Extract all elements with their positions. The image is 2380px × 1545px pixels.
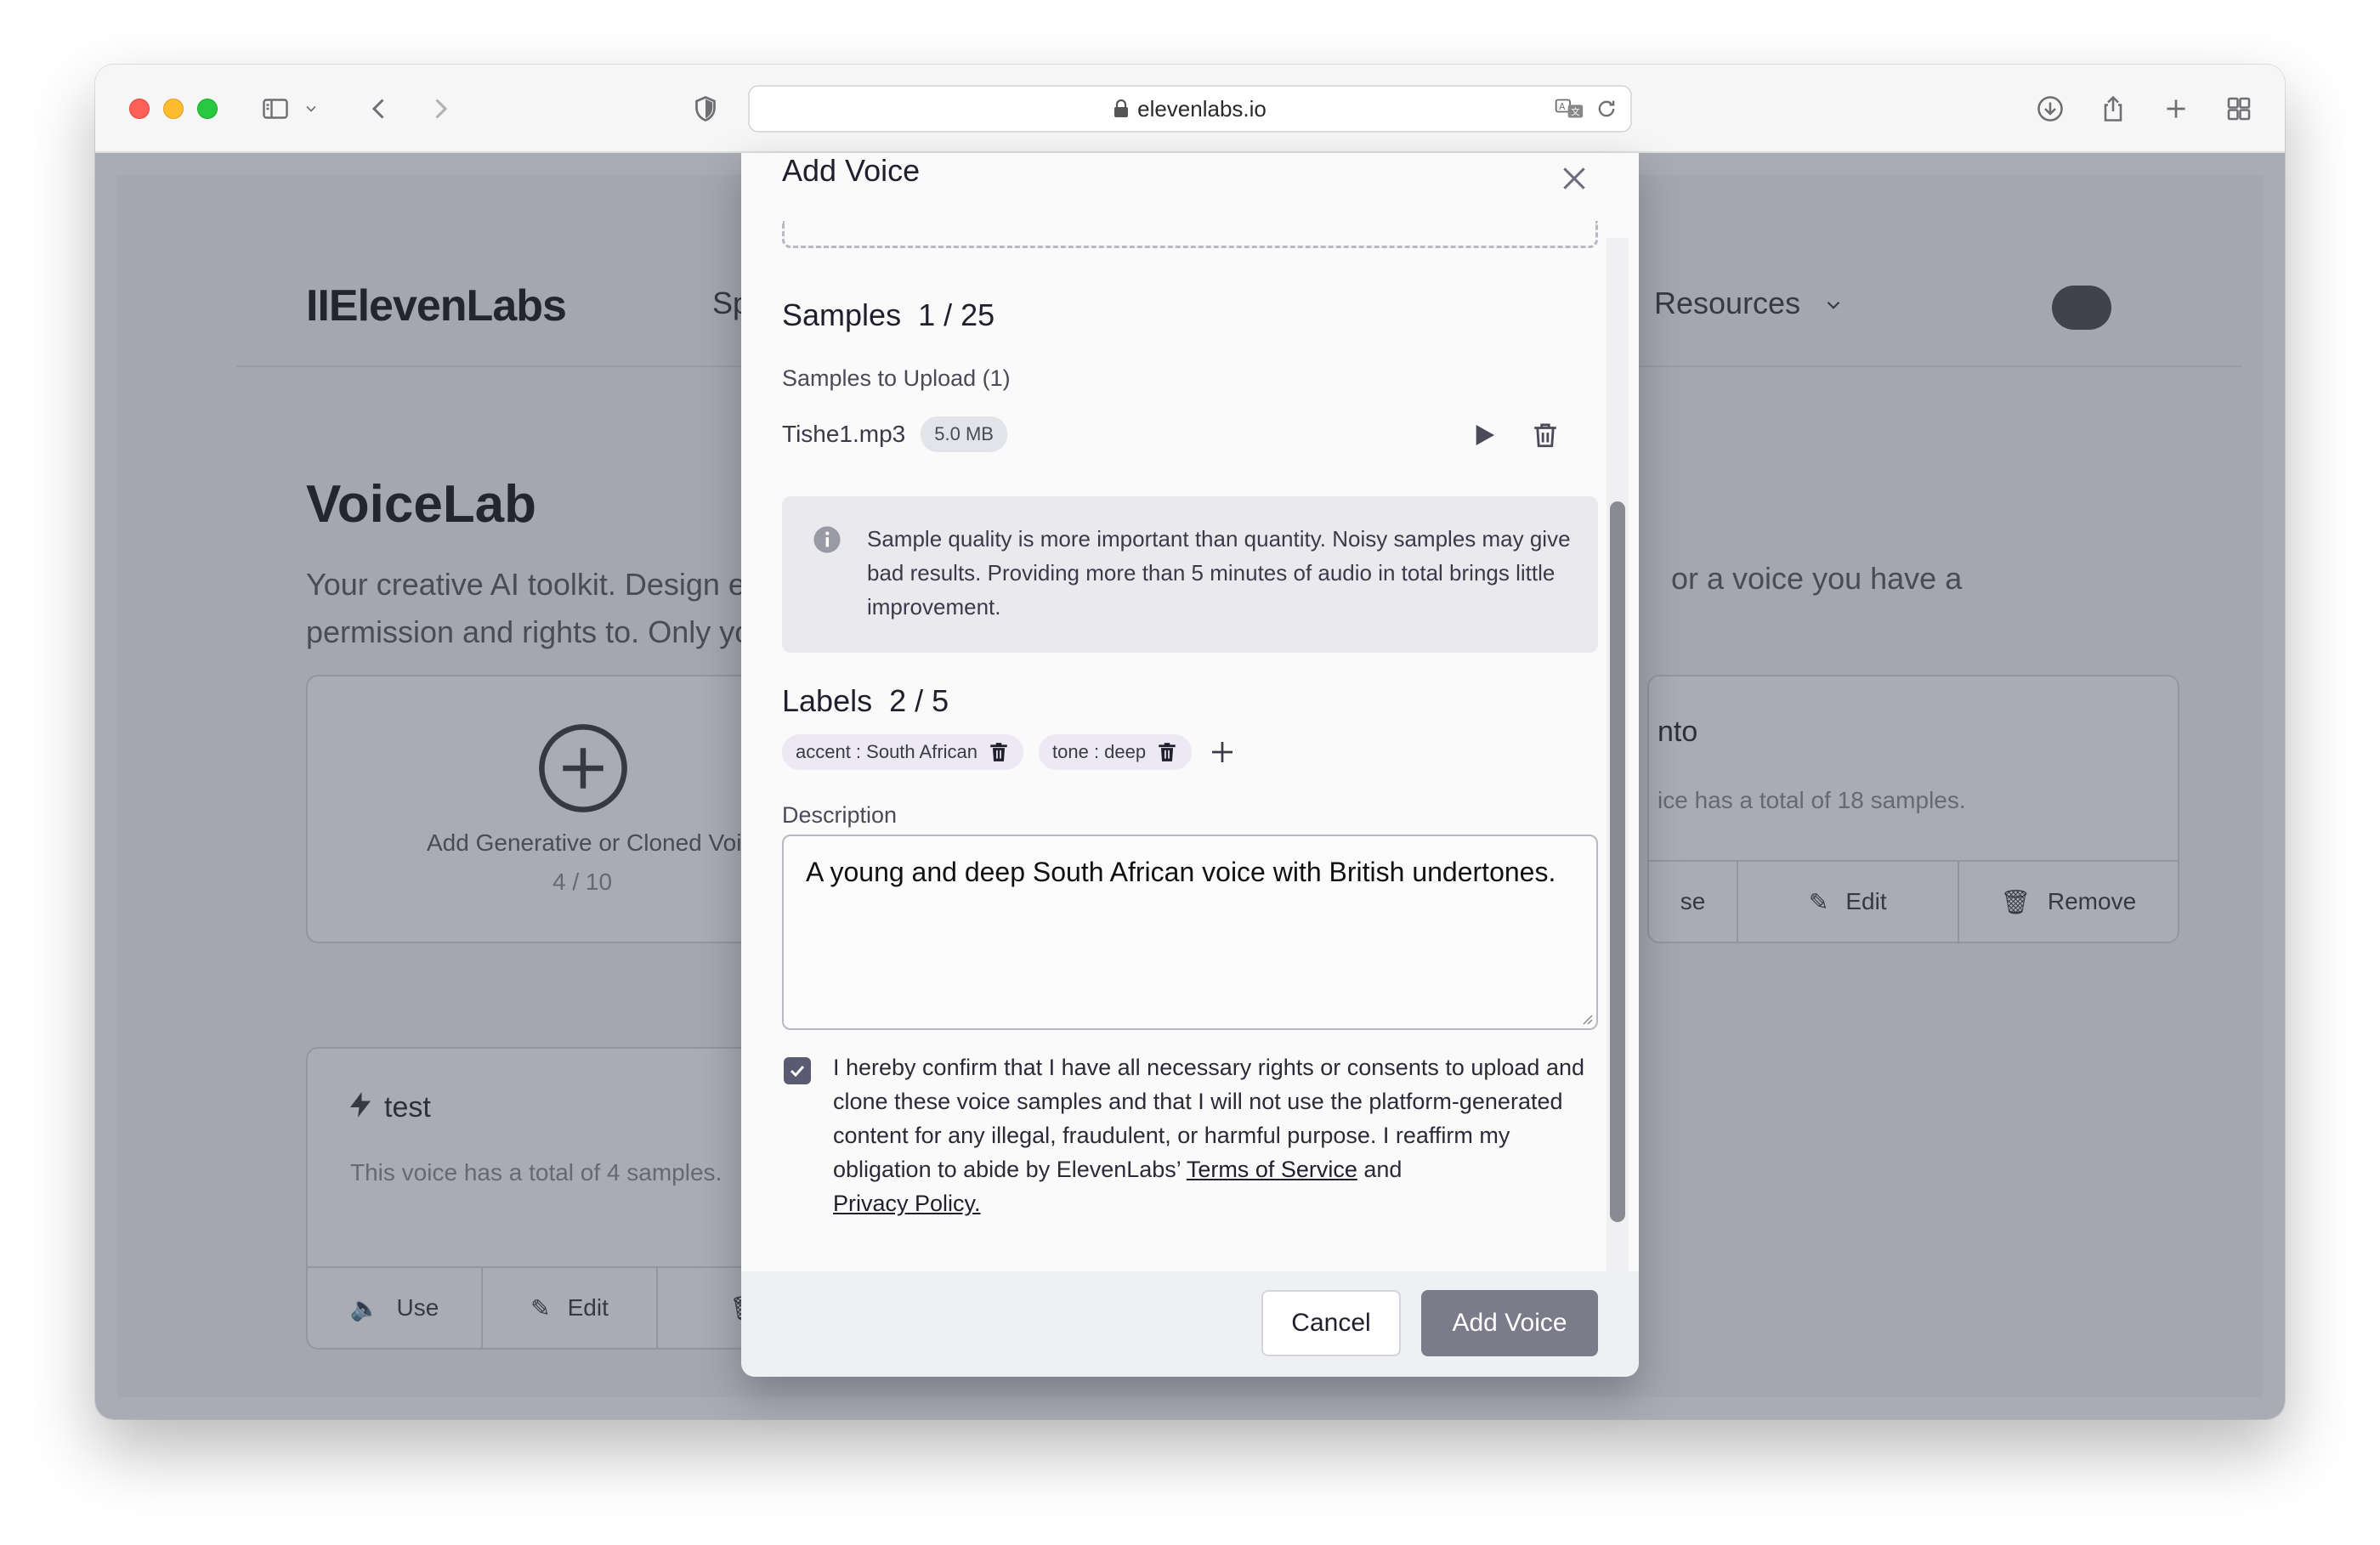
back-icon[interactable]	[360, 90, 398, 127]
translate-icon[interactable]: A文	[1554, 97, 1586, 121]
labels-count: 2 / 5	[889, 683, 949, 718]
privacy-policy-link[interactable]: Privacy Policy.	[833, 1191, 981, 1216]
samples-count: 1 / 25	[918, 297, 995, 332]
tab-overview-icon[interactable]	[2220, 90, 2258, 127]
samples-heading: Samples 1 / 25	[782, 297, 994, 333]
label-chip-text: tone : deep	[1052, 741, 1147, 762]
labels-heading: Labels 2 / 5	[782, 683, 949, 719]
downloads-icon[interactable]	[2032, 90, 2069, 127]
description-label: Description	[782, 802, 898, 828]
labels-list: accent : South African tone : deep	[782, 733, 1238, 772]
trash-icon[interactable]	[1156, 741, 1178, 763]
trash-icon[interactable]	[1527, 416, 1564, 454]
sidebar-toggle-icon[interactable]	[257, 90, 294, 127]
url-text: elevenlabs.io	[1137, 95, 1266, 122]
samples-heading-label: Samples	[782, 297, 902, 332]
lock-icon	[1114, 99, 1129, 117]
svg-text:A: A	[1559, 102, 1566, 112]
address-bar[interactable]: elevenlabs.io A文	[748, 85, 1632, 133]
trash-icon[interactable]	[988, 741, 1010, 763]
consent-text: I hereby confirm that I have all necessa…	[833, 1050, 1598, 1220]
svg-text:文: 文	[1571, 106, 1580, 117]
label-chip: tone : deep	[1039, 734, 1193, 770]
consent-and: and	[1357, 1157, 1402, 1182]
add-voice-button[interactable]: Add Voice	[1421, 1290, 1598, 1356]
samples-to-upload-label: Samples to Upload (1)	[782, 365, 1011, 391]
close-window-button[interactable]	[129, 99, 150, 119]
info-icon	[813, 526, 841, 553]
modal-title: Add Voice	[782, 153, 921, 188]
close-icon[interactable]	[1557, 161, 1591, 195]
dropzone-edge[interactable]	[782, 221, 1598, 248]
sample-file-actions	[782, 413, 1598, 456]
cancel-button[interactable]: Cancel	[1261, 1290, 1401, 1356]
browser-toolbar: elevenlabs.io A文	[95, 65, 2285, 153]
reload-icon[interactable]	[1595, 97, 1618, 121]
consent-checkbox[interactable]	[784, 1057, 811, 1084]
plus-icon[interactable]	[1207, 737, 1238, 767]
maximize-window-button[interactable]	[197, 99, 218, 119]
description-textarea[interactable]: A young and deep South African voice wit…	[782, 835, 1598, 1030]
label-chip-text: accent : South African	[796, 741, 978, 762]
sample-quality-notice: Sample quality is more important than qu…	[782, 496, 1598, 653]
share-icon[interactable]	[2094, 90, 2132, 127]
privacy-shield-icon[interactable]	[687, 90, 724, 127]
info-text: Sample quality is more important than qu…	[867, 526, 1571, 620]
description-value: A young and deep South African voice wit…	[806, 857, 1556, 887]
new-tab-icon[interactable]	[2157, 90, 2195, 127]
sample-file-row: Tishe1.mp3 5.0 MB	[782, 413, 1598, 456]
play-icon[interactable]	[1465, 416, 1503, 454]
checkmark-icon	[790, 1065, 805, 1078]
labels-heading-label: Labels	[782, 683, 873, 718]
terms-of-service-link[interactable]: Terms of Service	[1187, 1157, 1357, 1182]
modal-scrollbar-thumb[interactable]	[1610, 501, 1625, 1222]
minimize-window-button[interactable]	[163, 99, 184, 119]
label-chip: accent : South African	[782, 734, 1024, 770]
chevron-down-icon[interactable]	[299, 90, 323, 127]
resize-grip-icon[interactable]	[1579, 1011, 1593, 1025]
add-voice-modal: Add Voice Samples 1 / 25 Samples to Uplo…	[741, 153, 1639, 1377]
forward-icon[interactable]	[422, 90, 459, 127]
